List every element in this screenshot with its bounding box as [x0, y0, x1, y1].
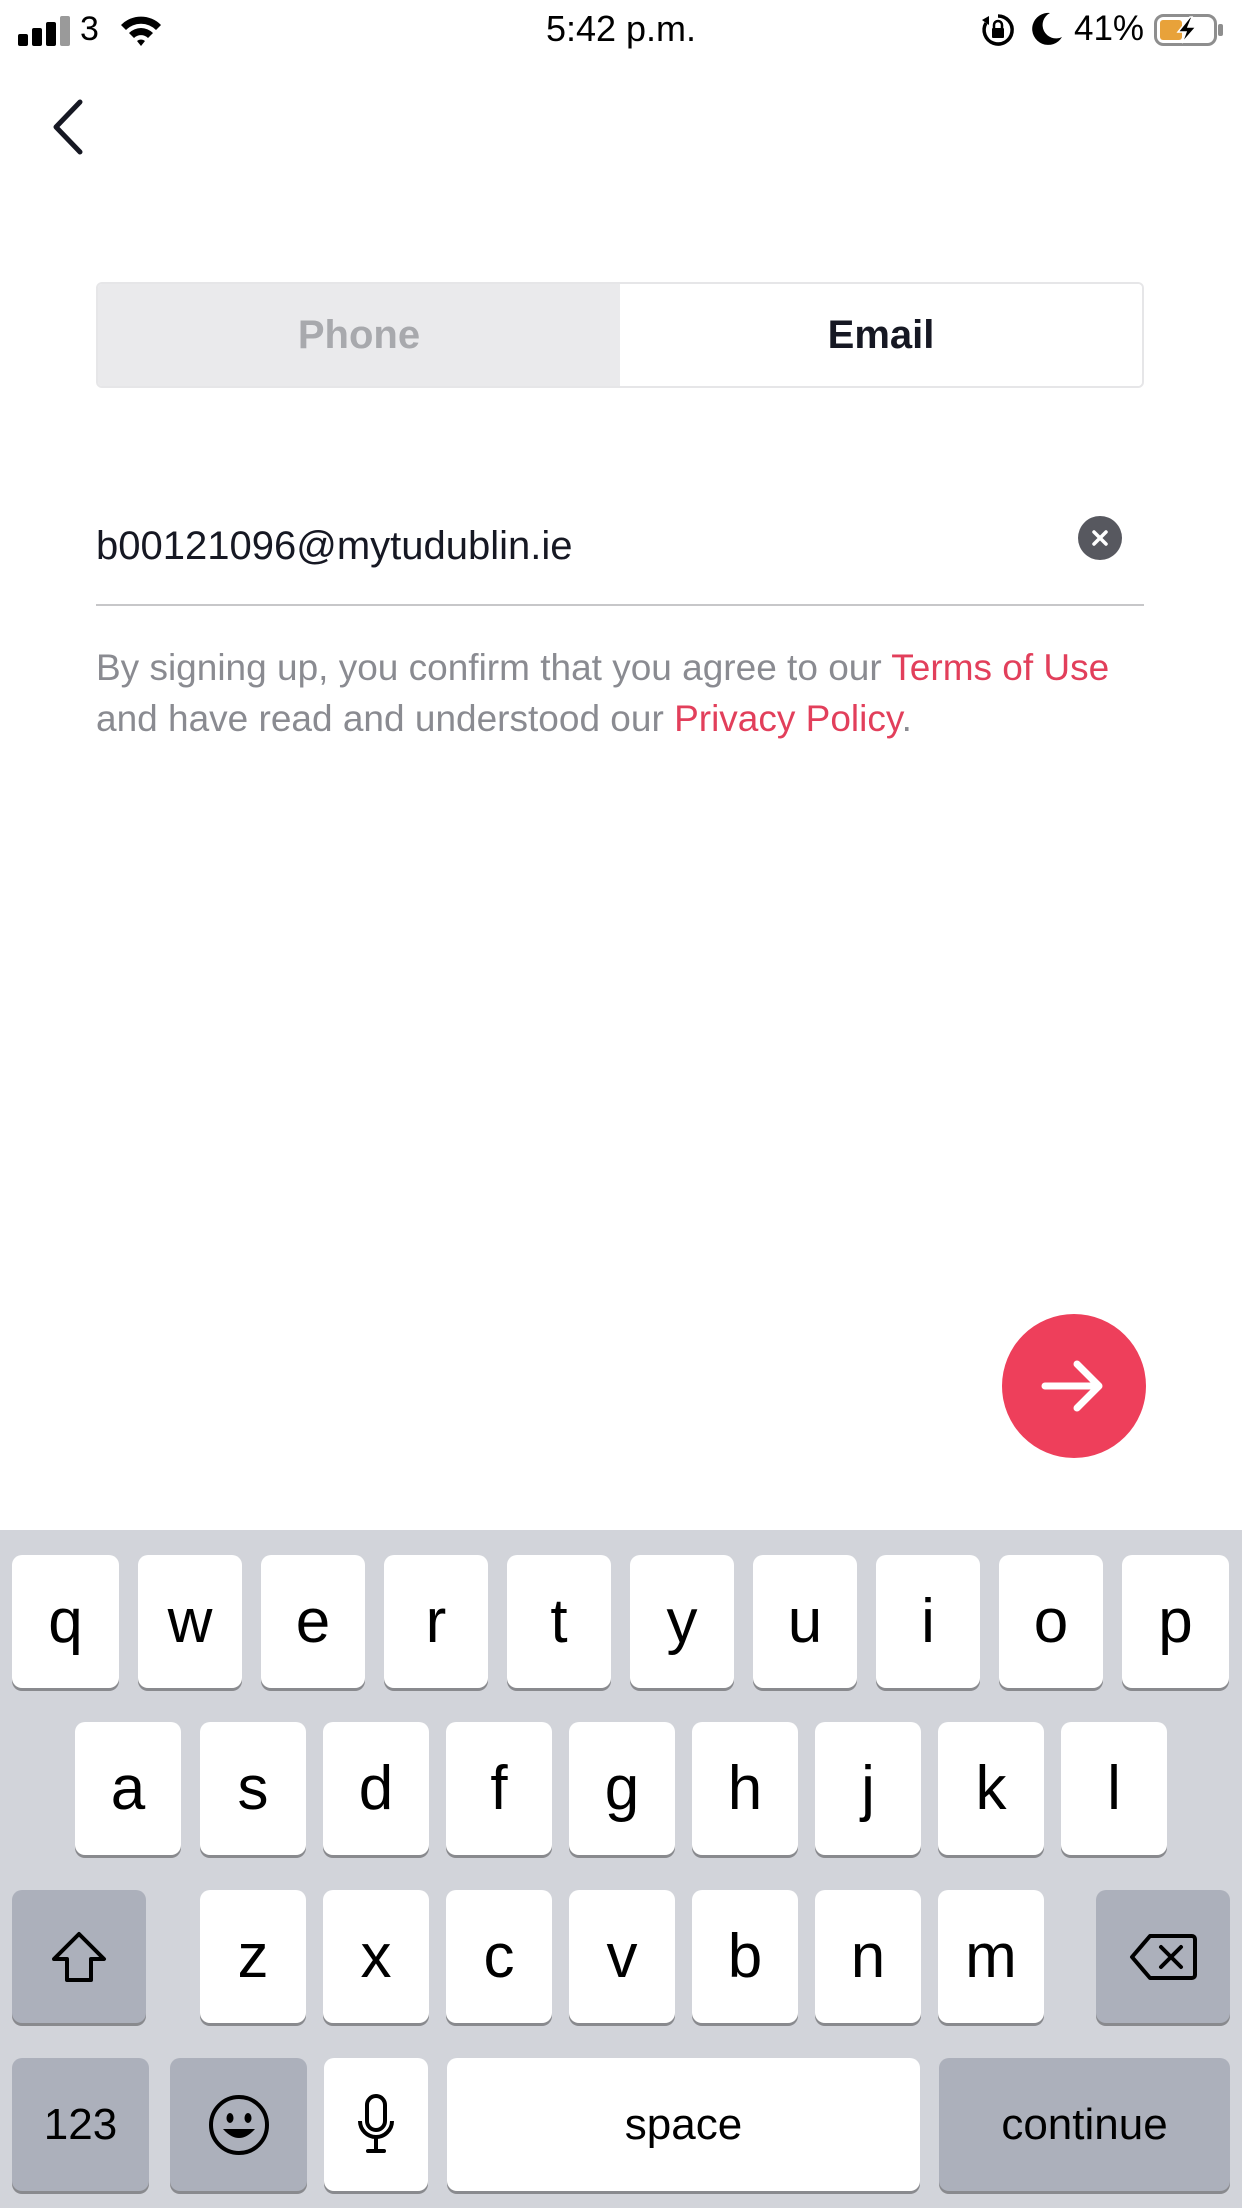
key-k[interactable]: k — [938, 1722, 1044, 1855]
terms-middle: and have read and understood our — [96, 698, 675, 739]
key-g[interactable]: g — [569, 1722, 675, 1855]
back-button[interactable] — [44, 92, 96, 162]
email-input[interactable] — [96, 514, 1056, 578]
key-i[interactable]: i — [876, 1555, 980, 1688]
key-h[interactable]: h — [692, 1722, 798, 1855]
emoji-icon — [208, 2094, 269, 2155]
email-field-row — [96, 500, 1144, 606]
battery-percent: 41% — [1074, 9, 1145, 48]
key-l[interactable]: l — [1061, 1722, 1167, 1855]
space-key[interactable]: space — [447, 2058, 920, 2191]
orientation-lock-icon — [982, 14, 1014, 46]
key-v[interactable]: v — [569, 1890, 675, 2023]
key-p[interactable]: p — [1122, 1555, 1229, 1688]
key-n[interactable]: n — [815, 1890, 921, 2023]
key-x[interactable]: x — [323, 1890, 429, 2023]
key-e[interactable]: e — [261, 1555, 365, 1688]
key-c[interactable]: c — [446, 1890, 552, 2023]
backspace-icon — [1130, 1933, 1197, 1980]
backspace-key[interactable] — [1096, 1890, 1230, 2023]
microphone-icon — [358, 2093, 394, 2153]
privacy-policy-link[interactable]: Privacy Policy — [674, 698, 902, 739]
terms-suffix: . — [901, 698, 912, 739]
shift-icon — [52, 1931, 106, 1982]
key-y[interactable]: y — [630, 1555, 734, 1688]
microphone-key[interactable] — [324, 2058, 428, 2191]
tab-phone[interactable]: Phone — [98, 284, 620, 386]
key-r[interactable]: r — [384, 1555, 488, 1688]
key-o[interactable]: o — [999, 1555, 1103, 1688]
emoji-key[interactable] — [170, 2058, 307, 2191]
moon-icon — [1032, 12, 1062, 45]
arrow-right-icon — [1041, 1360, 1103, 1412]
chevron-left-icon — [53, 99, 83, 155]
terms-prefix: By signing up, you confirm that you agre… — [96, 647, 892, 688]
key-a[interactable]: a — [75, 1722, 181, 1855]
key-d[interactable]: d — [323, 1722, 429, 1855]
key-j[interactable]: j — [815, 1722, 921, 1855]
status-bar: 3 5:42 p.m. 41% — [0, 0, 1242, 60]
next-button[interactable] — [1002, 1314, 1146, 1458]
key-q[interactable]: q — [12, 1555, 119, 1688]
battery-charging-icon — [1154, 14, 1223, 46]
terms-text: By signing up, you confirm that you agre… — [96, 642, 1156, 744]
key-t[interactable]: t — [507, 1555, 611, 1688]
key-f[interactable]: f — [446, 1722, 552, 1855]
clear-button[interactable] — [1078, 516, 1122, 560]
login-method-tabs: Phone Email — [96, 282, 1144, 388]
shift-key[interactable] — [12, 1890, 146, 2023]
key-u[interactable]: u — [753, 1555, 857, 1688]
continue-key[interactable]: continue — [939, 2058, 1230, 2191]
tab-email[interactable]: Email — [620, 284, 1142, 386]
clear-icon — [1092, 530, 1108, 546]
key-m[interactable]: m — [938, 1890, 1044, 2023]
numbers-key[interactable]: 123 — [12, 2058, 149, 2191]
key-w[interactable]: w — [138, 1555, 242, 1688]
keyboard: q w e r t y u i o p a s d f g h j k l z … — [0, 1530, 1242, 2208]
key-b[interactable]: b — [692, 1890, 798, 2023]
key-s[interactable]: s — [200, 1722, 306, 1855]
terms-of-use-link[interactable]: Terms of Use — [891, 647, 1109, 688]
key-z[interactable]: z — [200, 1890, 306, 2023]
